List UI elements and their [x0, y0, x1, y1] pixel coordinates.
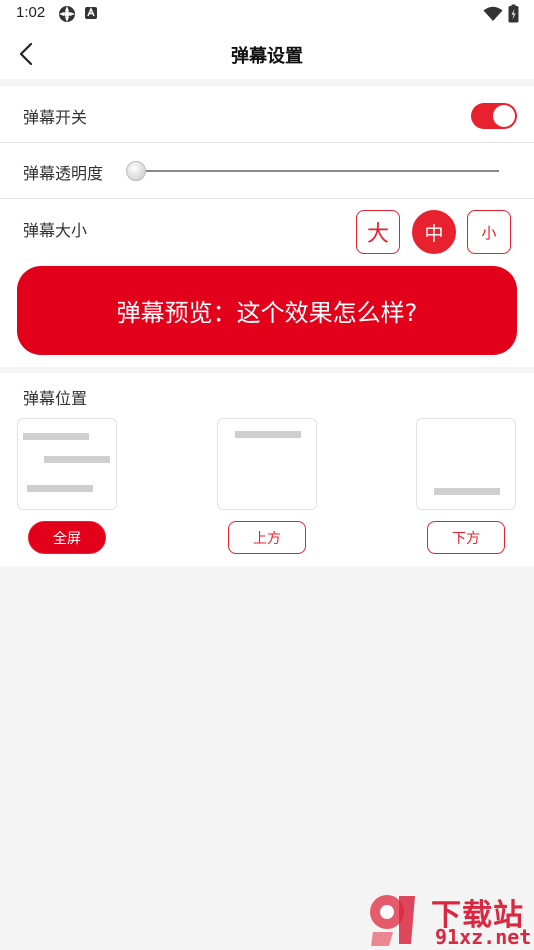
- opacity-slider-thumb[interactable]: [126, 161, 146, 181]
- wifi-icon: [483, 6, 503, 21]
- danmaku-line: [23, 433, 89, 440]
- app-notification-icon: [59, 6, 75, 22]
- size-row: 弹幕大小 大 中 小: [0, 199, 534, 259]
- bottom-preview-box[interactable]: [416, 418, 516, 510]
- position-top-button[interactable]: 上方: [228, 521, 306, 554]
- settings-card: 弹幕开关 弹幕透明度 弹幕大小 大 中 小 弹幕预览：这个效果怎么样?: [0, 86, 534, 367]
- danmaku-switch-row: 弹幕开关: [0, 86, 534, 143]
- opacity-slider-track[interactable]: [137, 170, 499, 172]
- position-bottom-button[interactable]: 下方: [427, 521, 505, 554]
- app-bar: 弹幕设置: [0, 28, 534, 79]
- danmaku-line: [27, 485, 93, 492]
- watermark-domain: 91xz.net: [435, 925, 532, 949]
- opacity-row: 弹幕透明度: [0, 143, 534, 199]
- danmaku-line: [44, 456, 110, 463]
- danmaku-line: [434, 488, 500, 495]
- danmaku-switch-label: 弹幕开关: [23, 108, 88, 127]
- status-bar: 1:02: [0, 0, 534, 28]
- battery-icon: [508, 4, 519, 23]
- fullscreen-preview-box[interactable]: [17, 418, 117, 510]
- size-label: 弹幕大小: [23, 221, 88, 240]
- danmaku-preview: 弹幕预览：这个效果怎么样?: [17, 266, 517, 355]
- watermark-logo-icon: [370, 895, 415, 946]
- position-label: 弹幕位置: [23, 389, 88, 408]
- position-card: 弹幕位置 全屏 上方 下方: [0, 373, 534, 566]
- keyboard-notification-icon: [85, 7, 97, 19]
- site-watermark: 下载站 91xz.net: [365, 888, 533, 950]
- opacity-label: 弹幕透明度: [23, 164, 104, 183]
- danmaku-toggle[interactable]: [471, 103, 517, 129]
- size-medium-button[interactable]: 中: [412, 210, 456, 254]
- size-small-button[interactable]: 小: [467, 210, 511, 254]
- size-large-button[interactable]: 大: [356, 210, 400, 254]
- status-time: 1:02: [16, 4, 46, 21]
- position-fullscreen-button[interactable]: 全屏: [28, 521, 106, 554]
- top-preview-box[interactable]: [217, 418, 317, 510]
- danmaku-line: [235, 431, 301, 438]
- toggle-knob: [493, 105, 515, 127]
- page-title: 弹幕设置: [231, 46, 303, 67]
